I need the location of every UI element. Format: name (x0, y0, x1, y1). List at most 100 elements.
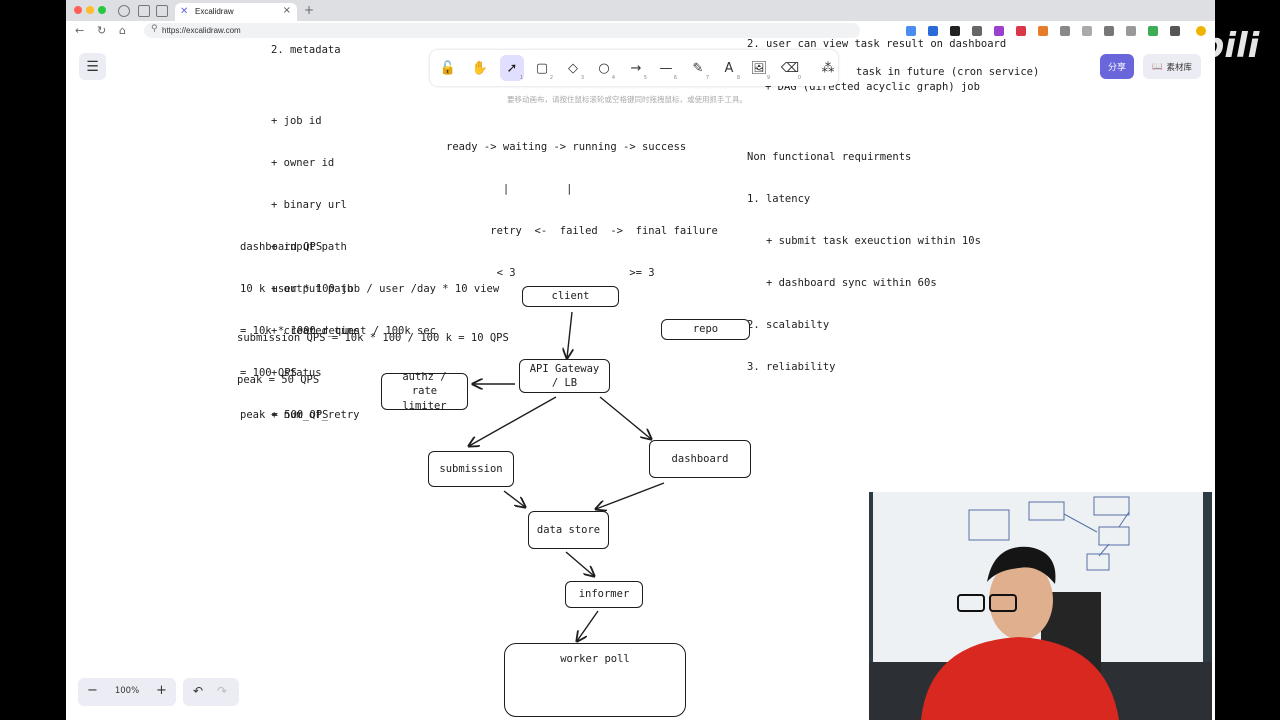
note-line: retry <- failed -> final failure (446, 225, 718, 237)
share-button[interactable]: 分享 (1100, 54, 1134, 79)
extension-icon[interactable] (1148, 26, 1158, 36)
non-functional-req-note: Non functional requirments 1. latency + … (747, 122, 981, 402)
data-store-node[interactable]: data store (528, 511, 609, 549)
arrow-client-gateway (567, 311, 572, 358)
note-cron: task in future (cron service) (856, 66, 1040, 78)
tab-excalidraw[interactable]: ✕ Excalidraw × (175, 3, 297, 21)
note-line: | | (446, 183, 573, 195)
eraser-icon: ⌫ (780, 60, 800, 76)
diamond-icon: ◇ (568, 60, 578, 76)
extension-icon[interactable] (1170, 26, 1180, 36)
note-line: + submit task exeuction within 10s (747, 235, 981, 247)
rectangle-tool[interactable]: ▢ 2 (530, 55, 554, 82)
library-label: 素材库 (1166, 62, 1193, 73)
image-tool[interactable]: 🖼 9 (747, 55, 771, 82)
extension-icon[interactable] (1016, 26, 1026, 36)
arrow-dashboard-datastore (596, 482, 665, 509)
new-tab-button[interactable]: + (304, 3, 314, 17)
url-text: https://excalidraw.com (162, 26, 241, 35)
extension-icon[interactable] (1126, 26, 1136, 36)
arrow-tool[interactable]: → 5 (624, 55, 648, 82)
close-tab-icon[interactable]: × (283, 5, 291, 16)
extension-icon[interactable] (950, 26, 960, 36)
canvas-hint: 要移动画布，请按住鼠标滚轮或空格键同时拖拽鼠标，或使用抓手工具。 (507, 95, 747, 104)
field-item: + binary url (271, 199, 347, 211)
field-item: + owner id (271, 157, 335, 169)
arrow-informer-worker (577, 610, 599, 641)
ellipse-tool[interactable]: ○ 4 (592, 55, 616, 82)
minimize-window-button[interactable] (86, 6, 94, 14)
hamburger-icon: ☰ (86, 58, 99, 75)
undo-button[interactable]: ↶ (193, 684, 203, 698)
maximize-window-button[interactable] (98, 6, 106, 14)
more-tools[interactable]: ⁂ (816, 55, 840, 81)
tab-title: Excalidraw (195, 7, 234, 16)
selection-tool[interactable]: ➚ 1 (500, 55, 524, 81)
image-icon: 🖼 (750, 60, 768, 76)
shortcut-key: 9 (766, 75, 770, 81)
shortcut-key: 6 (673, 75, 677, 81)
excalidraw-logo-icon: ✕ (180, 6, 189, 17)
authz-rate-limiter-node[interactable]: authz / rate limiter (381, 371, 468, 412)
extension-icon[interactable] (1038, 26, 1048, 36)
library-button[interactable]: 📖 素材库 (1143, 54, 1201, 79)
zoom-in-button[interactable]: + (156, 683, 167, 698)
dashboard-node[interactable]: dashboard (649, 440, 751, 478)
note-line: 1. latency (747, 193, 811, 205)
shortcut-key: 4 (611, 75, 615, 81)
extension-icon[interactable] (972, 26, 982, 36)
informer-node[interactable]: informer (565, 581, 643, 608)
hand-tool[interactable]: ✋ (468, 55, 492, 81)
extension-icon[interactable] (928, 26, 938, 36)
shortcut-key: 7 (705, 75, 709, 81)
note-line: ready -> waiting -> running -> success (446, 141, 687, 153)
submission-node[interactable]: submission (428, 451, 514, 487)
line-tool[interactable]: —6 (654, 55, 678, 82)
ellipse-icon: ○ (598, 60, 610, 76)
job-state-machine-note: ready -> waiting -> running -> success |… (446, 112, 718, 308)
reload-icon[interactable]: ↻ (97, 24, 106, 37)
extension-icon[interactable] (994, 26, 1004, 36)
zoom-reset-button[interactable]: 100% (111, 686, 143, 696)
extension-icon[interactable] (1060, 26, 1070, 36)
repo-node[interactable]: repo (661, 319, 750, 340)
arrow-submission-datastore (503, 490, 525, 507)
selection-icon: ➚ (506, 60, 518, 76)
note-line: submission QPS = 10k * 100 / 100 k = 10 … (237, 332, 509, 344)
shape-toolbar: 🔓 ✋ ➚ 1 ▢ 2 ◇ 3 ○ 4 → 5—6 ✎ 7 A 8 🖼 9 ⌫ 0 ⁂ (430, 50, 838, 86)
undo-redo-controls: ↶ ↷ (183, 678, 239, 706)
extension-icon[interactable] (1082, 26, 1092, 36)
bilibili-logo: bili (1200, 26, 1260, 66)
arrow-datastore-informer (565, 551, 594, 576)
eraser-tool[interactable]: ⌫ 0 (778, 55, 802, 82)
extension-icon[interactable] (906, 26, 916, 36)
client-node[interactable]: client (522, 286, 619, 307)
shortcut-key: 2 (549, 75, 553, 81)
close-window-button[interactable] (74, 6, 82, 14)
tab-groups-icon[interactable] (138, 5, 150, 17)
home-icon[interactable]: ⌂ (119, 24, 126, 37)
draw-tool[interactable]: ✎ 7 (686, 55, 710, 82)
site-info-icon[interactable]: ⚲ (151, 24, 158, 34)
zoom-out-button[interactable]: − (87, 683, 98, 698)
text-tool[interactable]: A8 (717, 55, 741, 82)
lock-tool[interactable]: 🔓 (436, 55, 460, 81)
line-icon: — (659, 60, 673, 76)
extension-icon[interactable] (1104, 26, 1114, 36)
hand-icon: ✋ (471, 60, 489, 76)
sidebar-icon[interactable] (156, 5, 168, 17)
shortcut-key: 1 (519, 75, 523, 81)
worker-pool-node[interactable]: worker poll (504, 643, 686, 717)
redo-button[interactable]: ↷ (217, 684, 227, 698)
text-icon: A (724, 60, 734, 76)
back-icon[interactable]: ← (75, 24, 84, 37)
profile-icon[interactable] (118, 5, 130, 17)
diamond-tool[interactable]: ◇ 3 (561, 55, 585, 82)
webcam-video (869, 492, 1212, 720)
shortcut-key: 5 (643, 75, 647, 81)
url-field[interactable]: ⚲ https://excalidraw.com (144, 23, 860, 38)
arrow-icon: → (630, 60, 642, 76)
main-menu-button[interactable]: ☰ (79, 53, 106, 80)
api-gateway-node[interactable]: API Gateway / LB (519, 359, 610, 393)
lock-icon: 🔓 (439, 60, 457, 76)
